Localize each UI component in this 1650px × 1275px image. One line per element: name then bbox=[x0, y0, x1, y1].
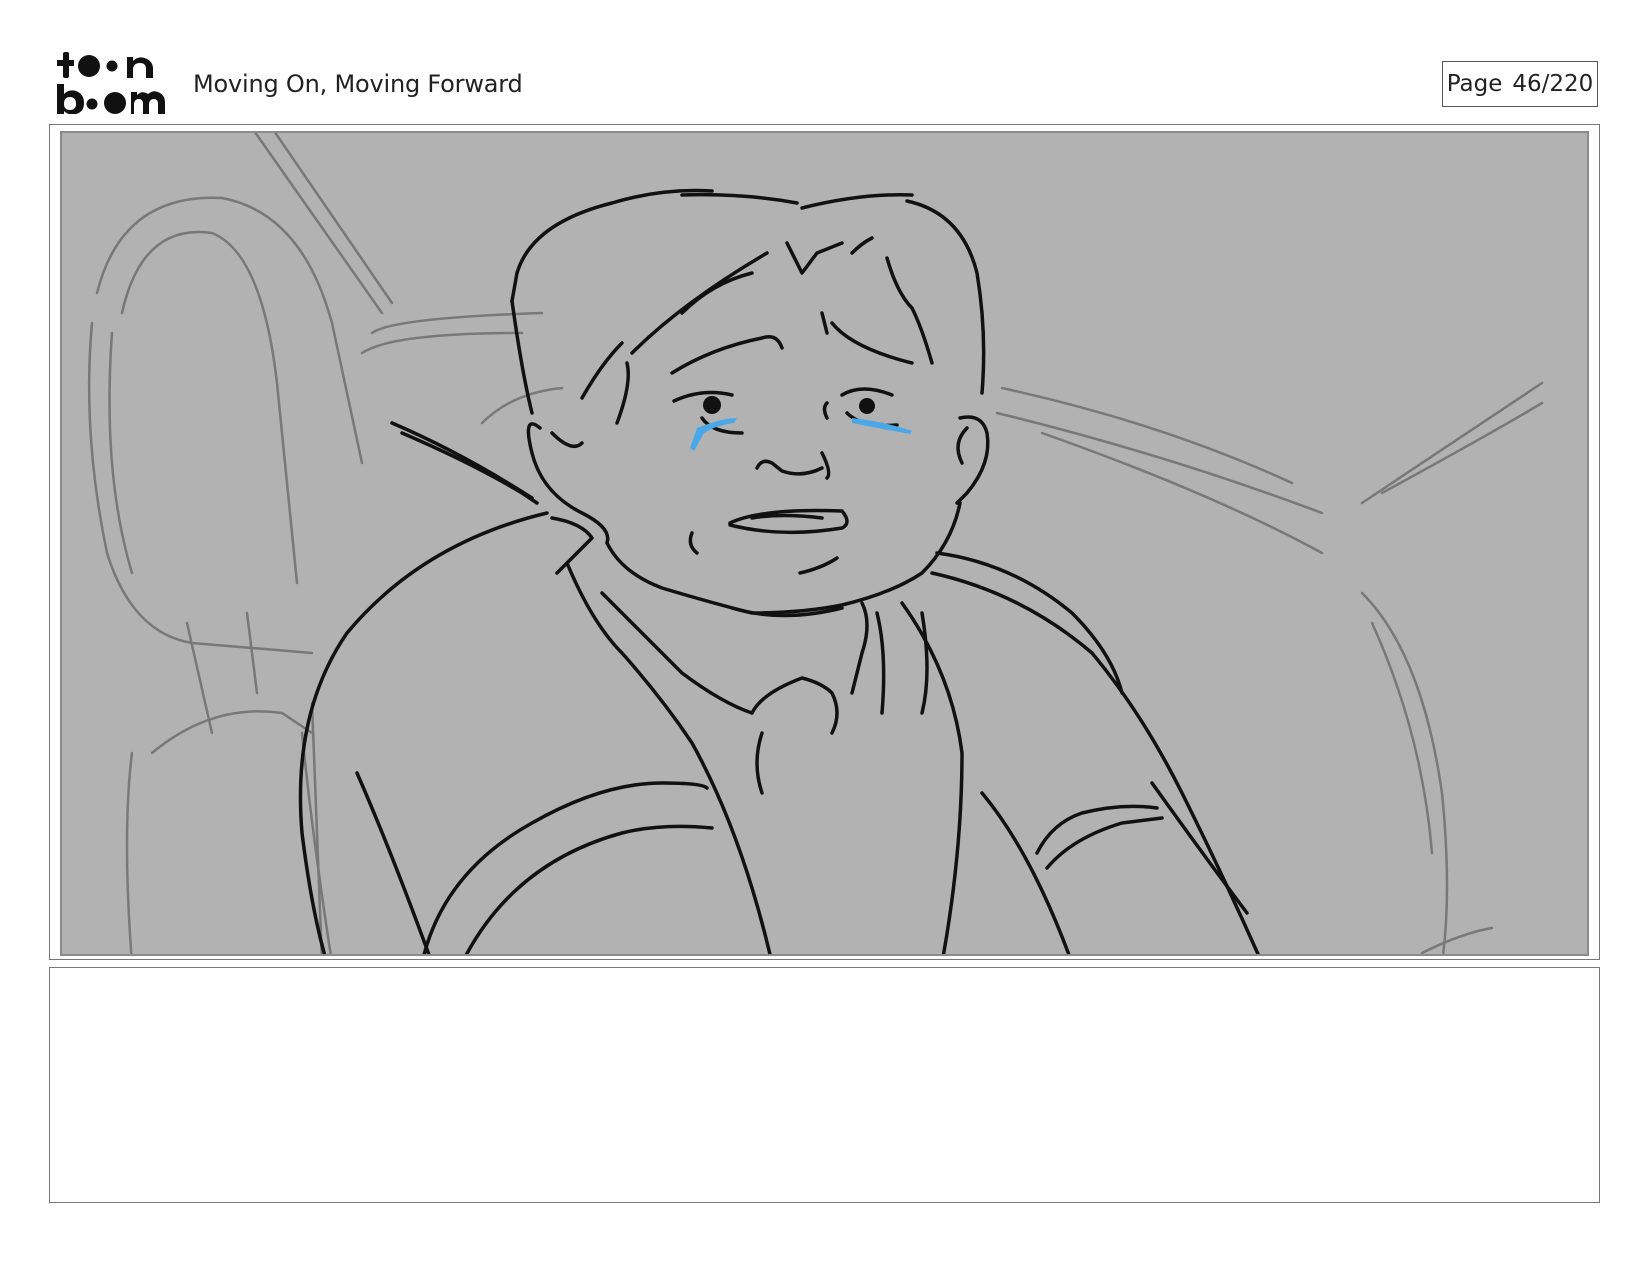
project-title: Moving On, Moving Forward bbox=[193, 70, 523, 98]
panel-notes-box bbox=[49, 967, 1600, 1203]
page-label: Page bbox=[1446, 71, 1503, 97]
page-number: 46/220 bbox=[1512, 71, 1594, 97]
storyboard-panel-image bbox=[60, 131, 1589, 956]
boy-crying-in-car-sketch bbox=[87, 133, 1544, 954]
toonboom-logo bbox=[57, 52, 165, 114]
page-indicator: Page 46/220 bbox=[1442, 61, 1598, 107]
